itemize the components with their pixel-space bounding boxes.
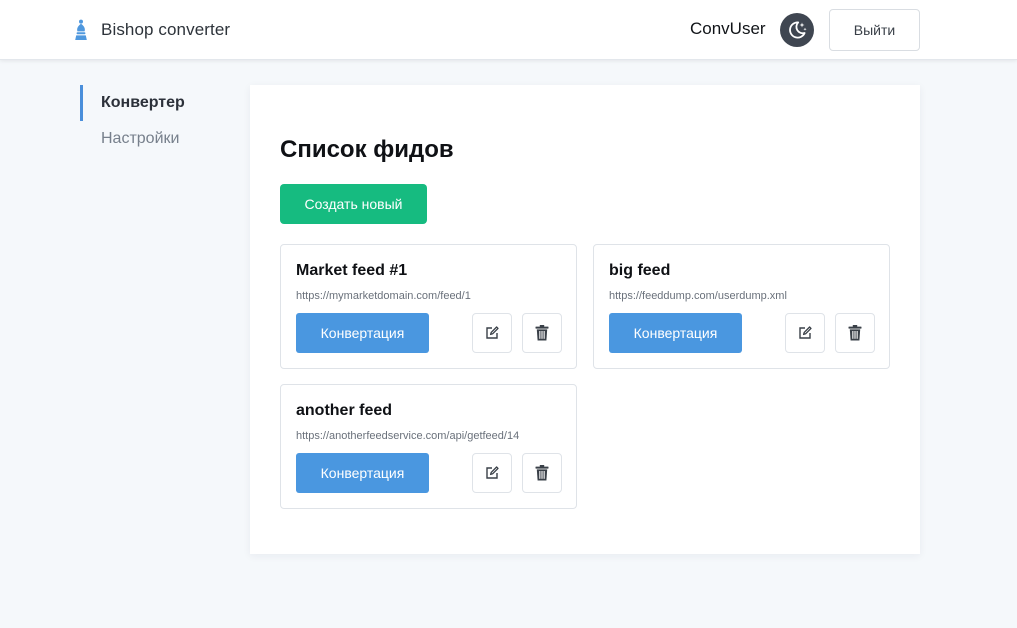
delete-feed-button[interactable] (522, 453, 562, 493)
feed-card: another feed https://anotherfeedservice.… (280, 384, 577, 509)
moon-stars-icon (789, 21, 807, 39)
trash-icon (535, 325, 549, 341)
convert-button[interactable]: Конвертация (296, 313, 429, 353)
feed-name: Market feed #1 (296, 262, 408, 279)
top-header: Bishop converter ConvUser Выйти (0, 0, 1017, 60)
edit-feed-button[interactable] (472, 313, 512, 353)
edit-icon (799, 326, 812, 339)
feed-url: https://mymarketdomain.com/feed/1 (296, 290, 471, 302)
feed-url: https://anotherfeedservice.com/api/getfe… (296, 430, 520, 442)
logout-button[interactable]: Выйти (829, 9, 920, 51)
feed-card: big feed https://feeddump.com/userdump.x… (593, 244, 890, 369)
sidebar: Конвертер Настройки (80, 85, 230, 157)
create-feed-button[interactable]: Создать новый (280, 184, 427, 224)
convert-button[interactable]: Конвертация (609, 313, 742, 353)
feed-url: https://feeddump.com/userdump.xml (609, 290, 787, 302)
bishop-icon (75, 19, 87, 40)
delete-feed-button[interactable] (835, 313, 875, 353)
edit-icon (486, 466, 499, 479)
edit-feed-button[interactable] (472, 453, 512, 493)
convert-button[interactable]: Конвертация (296, 453, 429, 493)
feed-name: another feed (296, 402, 393, 419)
delete-feed-button[interactable] (522, 313, 562, 353)
trash-icon (848, 325, 862, 341)
feeds-panel: Список фидов Создать новый Market feed #… (250, 85, 920, 554)
feed-card: Market feed #1 https://mymarketdomain.co… (280, 244, 577, 369)
brand[interactable]: Bishop converter (72, 18, 230, 42)
user-name: ConvUser (690, 19, 766, 38)
edit-feed-button[interactable] (785, 313, 825, 353)
theme-toggle-button[interactable] (780, 13, 814, 47)
trash-icon (535, 465, 549, 481)
sidebar-item-converter[interactable]: Конвертер (80, 85, 230, 121)
sidebar-item-settings[interactable]: Настройки (80, 121, 230, 157)
page-title: Список фидов (280, 136, 454, 163)
feed-name: big feed (609, 262, 671, 279)
brand-name: Bishop converter (101, 20, 231, 39)
edit-icon (486, 326, 499, 339)
